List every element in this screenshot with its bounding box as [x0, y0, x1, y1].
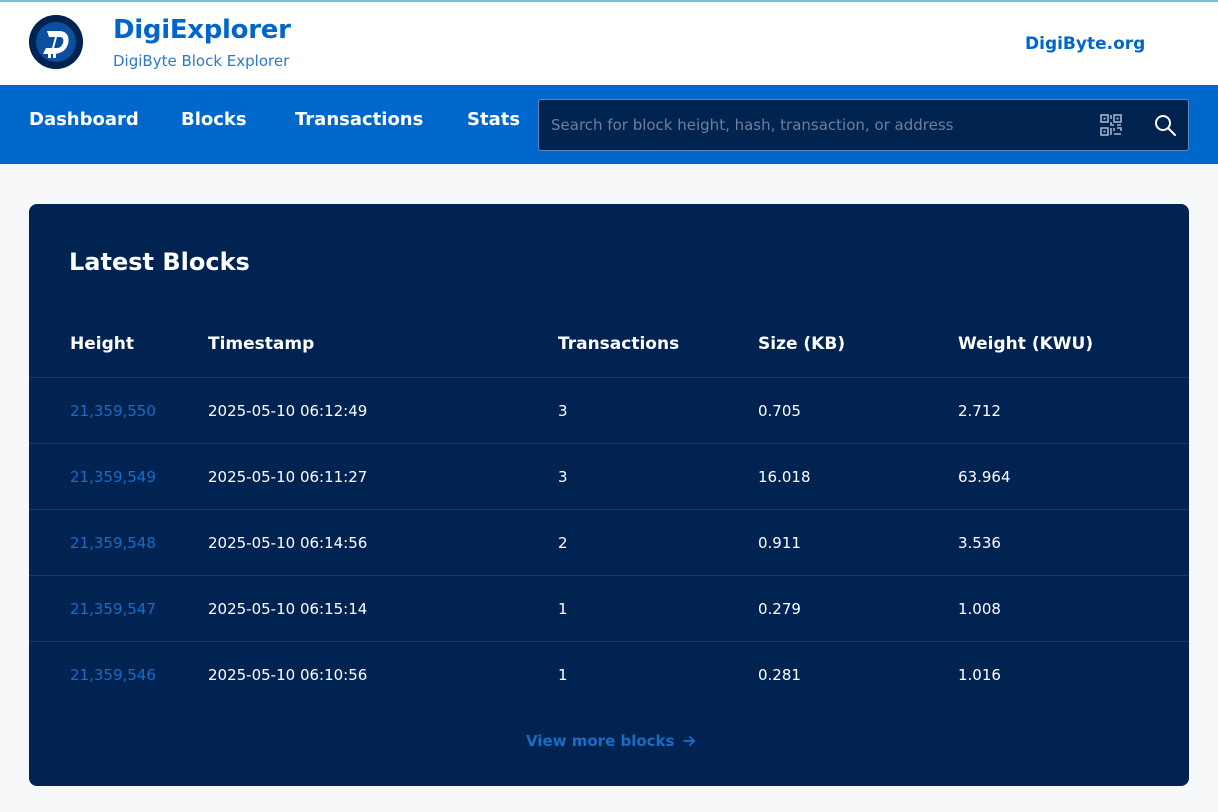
brand-subtitle: DigiByte Block Explorer: [113, 52, 290, 70]
block-transactions: 2: [558, 534, 568, 552]
column-header-transactions: Transactions: [558, 334, 680, 354]
nav-dashboard[interactable]: Dashboard: [29, 109, 139, 130]
view-more-blocks-link[interactable]: View more blocks: [526, 732, 696, 750]
block-height-link[interactable]: 21,359,547: [70, 600, 156, 618]
main-navbar: Dashboard Blocks Transactions Stats: [0, 85, 1218, 164]
table-row: 21,359,549 2025-05-10 06:11:27 3 16.018 …: [29, 443, 1189, 509]
block-timestamp: 2025-05-10 06:15:14: [208, 600, 368, 618]
block-timestamp: 2025-05-10 06:12:49: [208, 402, 368, 420]
table-row: 21,359,550 2025-05-10 06:12:49 3 0.705 2…: [29, 377, 1189, 443]
block-height-link[interactable]: 21,359,546: [70, 666, 156, 684]
nav-blocks[interactable]: Blocks: [181, 109, 247, 130]
block-height-link[interactable]: 21,359,549: [70, 468, 156, 486]
search-icon[interactable]: [1153, 113, 1177, 137]
block-timestamp: 2025-05-10 06:14:56: [208, 534, 368, 552]
site-header: DigiExplorer DigiByte Block Explorer Dig…: [0, 2, 1218, 85]
block-transactions: 1: [558, 600, 568, 618]
block-weight: 1.016: [958, 666, 1001, 684]
search-input[interactable]: [551, 112, 1091, 138]
arrow-right-icon: [682, 734, 696, 748]
panel-title: Latest Blocks: [69, 248, 250, 276]
block-size: 0.911: [758, 534, 801, 552]
column-header-height: Height: [70, 334, 134, 354]
table-row: 21,359,548 2025-05-10 06:14:56 2 0.911 3…: [29, 509, 1189, 575]
block-height-link[interactable]: 21,359,550: [70, 402, 156, 420]
latest-blocks-panel: Latest Blocks Height Timestamp Transacti…: [29, 204, 1189, 786]
block-transactions: 3: [558, 468, 568, 486]
digibyte-logo-icon[interactable]: [29, 15, 83, 69]
search-bar: [538, 99, 1189, 151]
nav-stats[interactable]: Stats: [467, 109, 520, 130]
block-timestamp: 2025-05-10 06:10:56: [208, 666, 368, 684]
qr-code-icon[interactable]: [1099, 113, 1123, 137]
digibyte-org-link[interactable]: DigiByte.org: [1025, 34, 1145, 54]
brand-title[interactable]: DigiExplorer: [113, 15, 291, 45]
column-header-weight: Weight (KWU): [958, 334, 1094, 354]
view-more-label: View more blocks: [526, 732, 675, 750]
column-header-size: Size (KB): [758, 334, 846, 354]
block-weight: 63.964: [958, 468, 1011, 486]
block-weight: 1.008: [958, 600, 1001, 618]
block-weight: 3.536: [958, 534, 1001, 552]
block-weight: 2.712: [958, 402, 1001, 420]
block-size: 0.705: [758, 402, 801, 420]
block-size: 16.018: [758, 468, 811, 486]
block-size: 0.279: [758, 600, 801, 618]
block-transactions: 3: [558, 402, 568, 420]
block-size: 0.281: [758, 666, 801, 684]
nav-transactions[interactable]: Transactions: [295, 109, 423, 130]
table-row: 21,359,547 2025-05-10 06:15:14 1 0.279 1…: [29, 575, 1189, 641]
block-transactions: 1: [558, 666, 568, 684]
block-timestamp: 2025-05-10 06:11:27: [208, 468, 368, 486]
column-header-timestamp: Timestamp: [208, 334, 315, 354]
table-row: 21,359,546 2025-05-10 06:10:56 1 0.281 1…: [29, 641, 1189, 707]
block-height-link[interactable]: 21,359,548: [70, 534, 156, 552]
